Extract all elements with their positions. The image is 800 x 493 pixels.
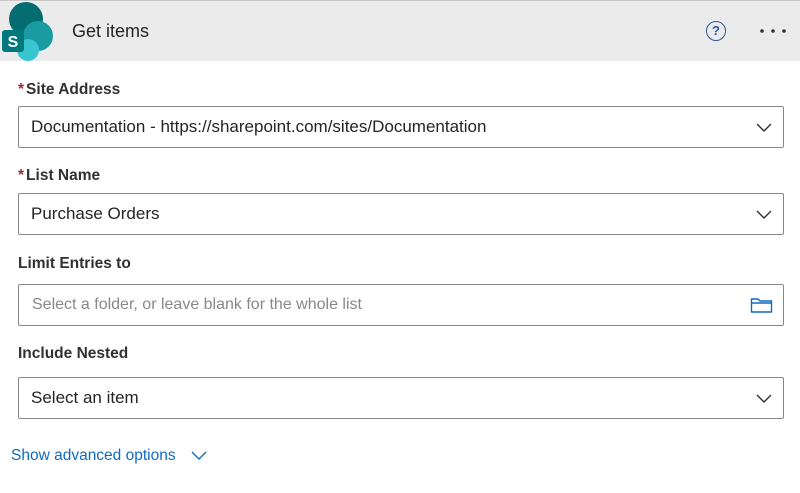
site-address-value: Documentation - https://sharepoint.com/s… <box>31 117 487 136</box>
chevron-down-icon[interactable] <box>755 206 773 222</box>
sharepoint-logo-icon: S <box>2 2 53 61</box>
help-icon[interactable]: ? <box>706 21 726 41</box>
required-asterisk: * <box>18 167 25 184</box>
chevron-down-icon[interactable] <box>190 449 208 463</box>
site-address-label-text: Site Address <box>26 81 121 98</box>
svg-text:S: S <box>8 34 19 51</box>
folder-icon[interactable] <box>750 296 773 314</box>
list-name-dropdown[interactable]: Purchase Orders <box>18 193 784 235</box>
site-address-label: * Site Address <box>18 80 120 100</box>
action-header[interactable]: S Get items ? <box>0 0 800 61</box>
limit-folder-placeholder: Select a folder, or leave blank for the … <box>32 296 362 313</box>
more-options-icon[interactable] <box>756 23 790 39</box>
action-title: Get items <box>72 21 150 41</box>
show-advanced-options-link[interactable]: Show advanced options <box>11 446 176 466</box>
nested-items-value: Select an item <box>31 388 139 407</box>
list-name-value: Purchase Orders <box>31 204 160 223</box>
chevron-down-icon[interactable] <box>755 119 773 135</box>
nested-items-label: Include Nested Items <box>18 345 129 366</box>
list-name-label: * List Name <box>18 166 100 186</box>
required-asterisk: * <box>18 81 25 98</box>
chevron-down-icon[interactable] <box>755 390 773 406</box>
site-address-dropdown[interactable]: Documentation - https://sharepoint.com/s… <box>18 106 784 148</box>
list-name-label-text: List Name <box>26 167 101 184</box>
limit-folder-label: Limit Entries to Folder <box>18 255 131 276</box>
limit-folder-input[interactable]: Select a folder, or leave blank for the … <box>18 284 784 326</box>
nested-items-dropdown[interactable]: Select an item <box>18 377 784 419</box>
